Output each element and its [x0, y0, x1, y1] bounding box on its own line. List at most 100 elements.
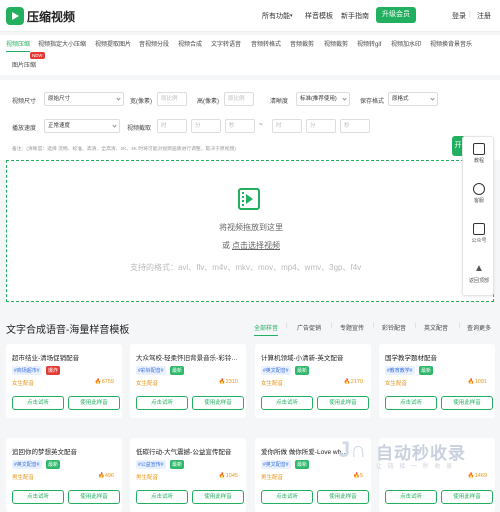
tablet-icon	[473, 143, 485, 155]
end-min-input[interactable]: 分	[306, 119, 336, 133]
drop-or: 或	[222, 241, 230, 250]
tab-video-compress[interactable]: 视频压缩	[6, 39, 31, 52]
side-service[interactable]: 客服	[463, 183, 495, 204]
card-title: 大众驾校-轻柔怀旧背景音乐-彩铃…	[136, 355, 238, 362]
side-tutorial[interactable]: 教程	[463, 143, 495, 164]
clarity-select[interactable]: 标准(推荐使用)	[296, 92, 350, 106]
start-min-input[interactable]: 分	[191, 119, 221, 133]
nav-all-functions[interactable]: 所有功能	[262, 11, 290, 21]
start-hour-input[interactable]: 时	[157, 119, 187, 133]
template-card[interactable]: 计算机领域-小清新-英文配音 #英文配音# 最新 女生配音 🔥2170 点击试听 使用此样音	[255, 344, 371, 418]
logo-text: 压缩视频	[27, 9, 76, 24]
card-tag: #英文配音#	[12, 460, 42, 469]
chevron-down-icon	[116, 96, 121, 101]
tab-video-cut[interactable]: 视频裁剪	[324, 39, 348, 48]
logo[interactable]: 压缩视频	[6, 7, 75, 25]
watermark: J∩ 自动秒收录 让 链 接 一 秒 收 录	[338, 437, 488, 477]
note-text: 备注：(清晰度：选择 流畅、标准、高清、全高清、2K、4K 时将可能对视频画质进…	[12, 147, 236, 152]
side-official[interactable]: 公众号	[463, 223, 495, 244]
card-title: 计算机领域-小清新-英文配音	[261, 355, 344, 362]
height-input[interactable]: 原比例	[224, 92, 254, 106]
chevron-down-icon	[342, 96, 347, 101]
listen-button[interactable]: 点击试听	[12, 396, 64, 410]
use-template-button[interactable]: 使用此样音	[317, 396, 369, 410]
nav-guide[interactable]: 新手指南	[341, 11, 369, 21]
template-card[interactable]: 超市结业-清场促销配音 #商场超市# 爆炸 女生配音 🔥6759 点击试听 使用此样音	[6, 344, 122, 418]
stab-more[interactable]: 查询更多	[467, 323, 491, 332]
clarity-value: 标准(推荐使用)	[300, 96, 337, 102]
card-badge: 最新	[170, 460, 185, 469]
card-voice: 男生配音	[136, 475, 159, 481]
template-card[interactable]: 低碳行动-大气震撼-公益宣传配音 #公益宣传# 最新 男生配音 🔥1045 点击试听 使用此…	[130, 438, 246, 512]
listen-button[interactable]: 点击试听	[12, 490, 64, 504]
stab-topic[interactable]: 专题宣传	[340, 323, 364, 332]
template-card[interactable]: 大众驾校-轻柔怀旧背景音乐-彩铃… #彩铃配音# 最新 女生配音 🔥2310 点击试听 使用…	[130, 344, 246, 418]
tab-merge[interactable]: 视频合成	[178, 39, 202, 48]
stab-english[interactable]: 英文配音	[424, 323, 448, 332]
tab-gif[interactable]: 视频转gif	[357, 39, 381, 48]
use-template-button[interactable]: 使用此样音	[192, 490, 244, 504]
use-template-button[interactable]: 使用此样音	[441, 396, 493, 410]
tab-watermark[interactable]: 视频加水印	[391, 39, 421, 48]
use-template-button[interactable]: 使用此样音	[317, 490, 369, 504]
speed-value: 正常速度	[48, 123, 71, 129]
stab-ads[interactable]: 广告促销	[297, 323, 321, 332]
tab-split[interactable]: 音视频分段	[139, 39, 169, 48]
listen-button[interactable]: 点击试听	[261, 490, 313, 504]
tab-audio-cut[interactable]: 音频裁剪	[290, 39, 314, 48]
qr-code-icon	[473, 223, 485, 235]
card-count-value: 496	[104, 473, 114, 479]
login-link[interactable]: 登录	[452, 11, 466, 21]
watermark-logo-icon: J∩	[338, 437, 367, 462]
side-label: 公众号	[471, 238, 487, 244]
start-sec-input[interactable]: 秒	[225, 119, 255, 133]
listen-button[interactable]: 点击试听	[385, 396, 437, 410]
flame-icon: 🔥	[97, 473, 105, 479]
card-voice: 男生配音	[261, 475, 284, 481]
tab-tts[interactable]: 文字转语音	[211, 39, 241, 48]
card-count: 🔥2170	[344, 379, 363, 385]
use-template-button[interactable]: 使用此样音	[68, 490, 120, 504]
width-input[interactable]: 原比例	[157, 92, 187, 106]
size-select[interactable]: 原始尺寸	[44, 92, 124, 106]
card-count: 🔥1091	[468, 379, 487, 385]
card-tag: #教育教学#	[385, 366, 415, 375]
use-template-button[interactable]: 使用此样音	[192, 396, 244, 410]
watermark-sub: 让 链 接 一 秒 收 录	[376, 464, 455, 470]
card-badge: 爆炸	[46, 366, 61, 375]
tab-size-compress[interactable]: 视频指定大小压缩	[38, 39, 86, 48]
template-card[interactable]: 国学教学题材配音 #教育教学# 最新 女生配音 🔥1091 点击试听 使用此样音	[379, 344, 495, 418]
listen-button[interactable]: 点击试听	[136, 396, 188, 410]
listen-button[interactable]: 点击试听	[385, 490, 437, 504]
size-label: 视频尺寸	[12, 99, 37, 105]
side-toolbar: 教程 客服 公众号 ▲ 返回顶部	[462, 136, 494, 296]
register-link[interactable]: 注册	[477, 11, 491, 21]
format-select[interactable]: 原格式	[388, 92, 438, 106]
speed-label: 播放速度	[12, 126, 37, 132]
nav-sample-templates[interactable]: 样音模板	[305, 11, 333, 21]
card-count-value: 2170	[350, 379, 363, 385]
use-template-button[interactable]: 使用此样音	[441, 490, 493, 504]
stab-ringtone[interactable]: 彩铃配音	[382, 323, 406, 332]
format-value: 原格式	[392, 96, 409, 102]
flame-icon: 🔥	[218, 379, 226, 385]
tab-image-compress[interactable]: 图片压缩	[12, 60, 36, 69]
template-card[interactable]: 追回你的梦想英文配音 #英文配音# 最新 男生配音 🔥496 点击试听 使用此样音	[6, 438, 122, 512]
listen-button[interactable]: 点击试听	[261, 396, 313, 410]
format-label: 保存格式	[360, 99, 385, 105]
chevron-down-icon	[430, 96, 435, 101]
card-count-value: 1091	[474, 379, 487, 385]
side-back-top[interactable]: ▲ 返回顶部	[463, 263, 495, 284]
tab-audio-convert[interactable]: 音频转格式	[251, 39, 281, 48]
listen-button[interactable]: 点击试听	[136, 490, 188, 504]
choose-video-link[interactable]: 点击选择视频	[232, 240, 280, 251]
tab-bgm[interactable]: 视频换背景音乐	[430, 39, 472, 48]
use-template-button[interactable]: 使用此样音	[68, 396, 120, 410]
tab-extract-image[interactable]: 视频提取图片	[95, 39, 131, 48]
stab-all[interactable]: 全部样音	[254, 323, 279, 336]
speed-select[interactable]: 正常速度	[44, 119, 120, 133]
card-voice: 女生配音	[12, 381, 35, 387]
end-hour-input[interactable]: 时	[272, 119, 302, 133]
end-sec-input[interactable]: 秒	[340, 119, 370, 133]
upgrade-button[interactable]: 升级会员	[376, 7, 416, 23]
